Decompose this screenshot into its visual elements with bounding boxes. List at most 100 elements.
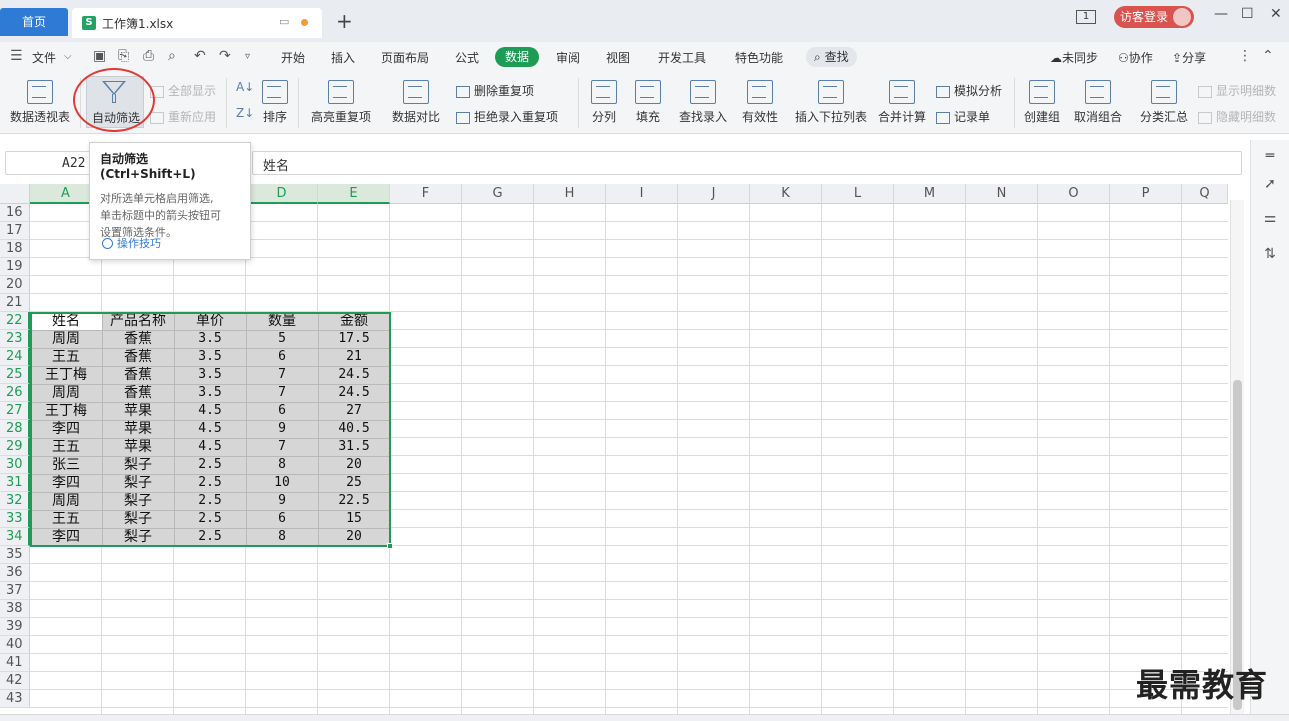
sort-button[interactable]: 排序 — [258, 80, 292, 125]
row-header-27[interactable]: 27 — [0, 402, 30, 420]
tips-link[interactable]: 操作技巧 — [102, 235, 161, 251]
column-header-p[interactable]: P — [1110, 184, 1182, 204]
row-header-19[interactable]: 19 — [0, 258, 30, 276]
row-header-23[interactable]: 23 — [0, 330, 30, 348]
output-icon[interactable]: ⎘ — [118, 48, 129, 64]
row-header-21[interactable]: 21 — [0, 294, 30, 312]
reapply-button[interactable]: 重新应用 — [150, 108, 216, 125]
show-detail-button[interactable]: 显示明细数 — [1198, 82, 1276, 99]
column-header-g[interactable]: G — [462, 184, 534, 204]
data-compare-button[interactable]: 数据对比 — [386, 80, 446, 125]
row-header-20[interactable]: 20 — [0, 276, 30, 294]
delete-duplicates-button[interactable]: 删除重复项 — [456, 82, 534, 99]
maximize-button[interactable]: ☐ — [1241, 6, 1254, 22]
column-header-d[interactable]: D — [246, 184, 318, 204]
column-header-k[interactable]: K — [750, 184, 822, 204]
row-header-40[interactable]: 40 — [0, 636, 30, 654]
column-header-m[interactable]: M — [894, 184, 966, 204]
hide-detail-button[interactable]: 隐藏明细数 — [1198, 108, 1276, 125]
close-button[interactable]: ✕ — [1270, 6, 1282, 22]
undo-icon[interactable]: ↶ — [194, 48, 206, 64]
collapse-ribbon-icon[interactable]: ⌃ — [1262, 48, 1274, 64]
save-icon[interactable]: ▣ — [93, 48, 106, 64]
show-all-button[interactable]: 全部显示 — [150, 82, 216, 99]
tab-review[interactable]: 审阅 — [556, 49, 580, 66]
split-column-button[interactable]: 分列 — [586, 80, 622, 125]
row-header-42[interactable]: 42 — [0, 672, 30, 690]
vertical-scrollbar[interactable] — [1230, 200, 1244, 714]
row-header-39[interactable]: 39 — [0, 618, 30, 636]
tab-special[interactable]: 特色功能 — [735, 49, 783, 66]
record-form-button[interactable]: 记录单 — [936, 108, 990, 125]
share-button[interactable]: ⇪分享 — [1172, 49, 1206, 66]
hamburger-icon[interactable]: ☰ — [10, 48, 23, 64]
row-header-17[interactable]: 17 — [0, 222, 30, 240]
column-header-q[interactable]: Q — [1182, 184, 1228, 204]
redo-icon[interactable]: ↷ — [219, 48, 231, 64]
pivot-table-button[interactable]: 数据透视表 — [8, 80, 72, 125]
row-header-31[interactable]: 31 — [0, 474, 30, 492]
column-header-j[interactable]: J — [678, 184, 750, 204]
row-header-37[interactable]: 37 — [0, 582, 30, 600]
row-header-28[interactable]: 28 — [0, 420, 30, 438]
row-header-25[interactable]: 25 — [0, 366, 30, 384]
tab-data[interactable]: 数据 — [495, 47, 540, 67]
minimize-button[interactable]: — — [1214, 6, 1228, 22]
row-header-38[interactable]: 38 — [0, 600, 30, 618]
select-all-corner[interactable] — [0, 184, 30, 204]
row-header-18[interactable]: 18 — [0, 240, 30, 258]
search-button[interactable]: ⌕ 查找 — [806, 47, 857, 67]
file-menu[interactable]: 文件 — [32, 49, 56, 66]
column-header-n[interactable]: N — [966, 184, 1038, 204]
new-tab-button[interactable]: + — [336, 9, 353, 33]
tab-formula[interactable]: 公式 — [455, 49, 479, 66]
tab-view[interactable]: 视图 — [606, 49, 630, 66]
validity-button[interactable]: 有效性 — [736, 80, 784, 125]
merge-calc-button[interactable]: 合并计算 — [876, 80, 928, 125]
row-header-36[interactable]: 36 — [0, 564, 30, 582]
preview-icon[interactable]: ⌕ — [168, 48, 176, 64]
more-icon[interactable]: ⋮ — [1238, 48, 1252, 64]
column-header-l[interactable]: L — [822, 184, 894, 204]
sync-status[interactable]: ☁未同步 — [1050, 49, 1098, 66]
column-header-h[interactable]: H — [534, 184, 606, 204]
guest-login-button[interactable]: 访客登录 — [1114, 6, 1194, 28]
tab-page-layout[interactable]: 页面布局 — [381, 49, 429, 66]
home-tab[interactable]: 首页 — [0, 8, 68, 36]
window-count-icon[interactable]: 1 — [1076, 10, 1096, 24]
fill-handle[interactable] — [387, 543, 393, 549]
sort-descending-icon[interactable]: Z↓ — [236, 106, 254, 120]
tab-insert[interactable]: 插入 — [331, 49, 355, 66]
fill-button[interactable]: 填充 — [630, 80, 666, 125]
ungroup-button[interactable]: 取消组合 — [1068, 80, 1128, 125]
row-header-35[interactable]: 35 — [0, 546, 30, 564]
tab-start[interactable]: 开始 — [281, 49, 305, 66]
column-header-o[interactable]: O — [1038, 184, 1110, 204]
tab-developer[interactable]: 开发工具 — [658, 49, 706, 66]
insert-dropdown-button[interactable]: 插入下拉列表 — [792, 80, 870, 125]
row-header-32[interactable]: 32 — [0, 492, 30, 510]
row-header-26[interactable]: 26 — [0, 384, 30, 402]
subtotal-button[interactable]: 分类汇总 — [1138, 80, 1190, 125]
print-icon[interactable]: ⎙ — [143, 48, 154, 64]
highlight-duplicates-button[interactable]: 高亮重复项 — [305, 80, 377, 125]
quick-access-chevron-icon[interactable]: ▿ — [245, 51, 250, 62]
row-header-41[interactable]: 41 — [0, 654, 30, 672]
row-header-22[interactable]: 22 — [0, 312, 30, 330]
row-header-34[interactable]: 34 — [0, 528, 30, 546]
format-icon[interactable]: ⇅ — [1262, 246, 1278, 262]
collab-button[interactable]: ⚇协作 — [1118, 49, 1153, 66]
document-tab[interactable]: S 工作簿1.xlsx ▭ — [72, 8, 322, 38]
monitor-icon[interactable]: ▭ — [279, 15, 289, 28]
create-group-button[interactable]: 创建组 — [1020, 80, 1064, 125]
column-header-f[interactable]: F — [390, 184, 462, 204]
row-header-16[interactable]: 16 — [0, 204, 30, 222]
row-header-30[interactable]: 30 — [0, 456, 30, 474]
row-header-24[interactable]: 24 — [0, 348, 30, 366]
reject-duplicates-button[interactable]: 拒绝录入重复项 — [456, 108, 558, 125]
formula-input[interactable]: 姓名 — [252, 151, 1242, 175]
row-header-29[interactable]: 29 — [0, 438, 30, 456]
sort-ascending-icon[interactable]: A↓ — [236, 80, 254, 94]
row-header-43[interactable]: 43 — [0, 690, 30, 708]
chevron-down-icon[interactable]: ⌵ — [64, 51, 72, 62]
